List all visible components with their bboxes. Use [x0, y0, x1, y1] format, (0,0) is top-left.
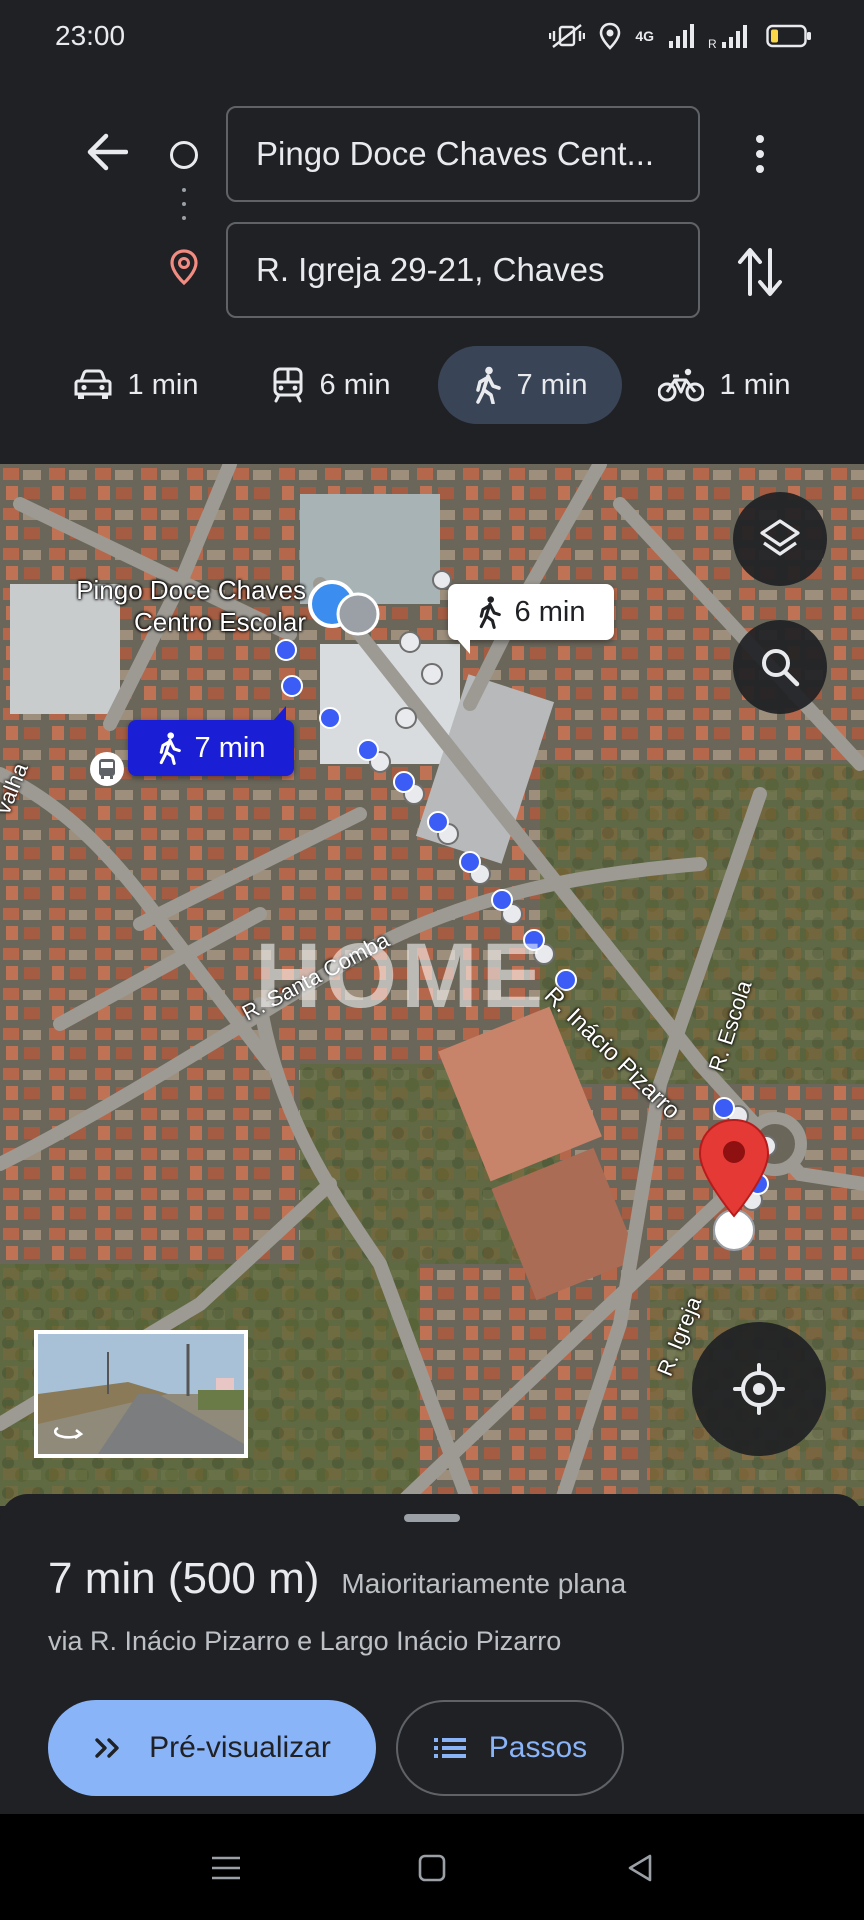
main-route-duration: 7 min	[194, 731, 266, 764]
arrow-back-icon	[87, 133, 128, 171]
swap-locations-button[interactable]	[734, 244, 786, 300]
route-summary: 7 min (500 m) Maioritariamente plana	[48, 1554, 626, 1604]
alt-route-duration-bubble[interactable]: 6 min	[448, 584, 614, 654]
battery-low-icon	[766, 24, 811, 48]
walk-icon	[475, 366, 501, 404]
sheet-drag-handle[interactable]	[404, 1514, 460, 1522]
origin-place-label-line2: Centro Escolar	[134, 607, 306, 637]
network-type-label: 4G	[635, 28, 654, 44]
bus-stop-icon[interactable]	[90, 752, 124, 786]
system-back-button[interactable]	[620, 1848, 660, 1888]
system-navigation-bar	[0, 1814, 864, 1920]
recent-apps-button[interactable]	[206, 1848, 246, 1888]
my-location-icon	[733, 1363, 785, 1415]
route-summary-sheet[interactable]: 7 min (500 m) Maioritariamente plana via…	[0, 1494, 864, 1814]
svg-text:R: R	[708, 37, 717, 49]
steps-button-label: Passos	[488, 1731, 588, 1764]
home-button[interactable]	[412, 1848, 452, 1888]
mode-walk-label: 7 min	[516, 368, 588, 401]
status-icons: 4G R	[549, 22, 812, 50]
mode-walk-tab[interactable]: 7 min	[438, 346, 622, 424]
destination-field[interactable]: R. Igreja 29-21, Chaves	[226, 222, 700, 318]
mode-bike-tab[interactable]: 1 min	[644, 346, 804, 424]
route-terrain-note: Maioritariamente plana	[341, 1568, 627, 1599]
mode-bike-label: 1 min	[719, 368, 791, 401]
layers-button[interactable]	[733, 492, 827, 586]
alt-route-duration: 6 min	[514, 595, 586, 628]
status-bar: 23:00 4G R	[0, 0, 864, 76]
status-time: 23:00	[55, 20, 126, 51]
home-square-icon	[418, 1854, 446, 1882]
signal-4g-icon	[669, 24, 694, 48]
walk-icon	[479, 596, 501, 629]
map-view[interactable]: Pingo Doce Chaves Centro Escolar 6 min 7…	[0, 464, 864, 1506]
menu-icon	[212, 1856, 240, 1880]
more-options-button[interactable]	[738, 128, 782, 180]
list-icon	[433, 1738, 466, 1758]
search-along-route-button[interactable]	[733, 620, 827, 714]
route-connector-dots	[182, 188, 186, 236]
transit-icon	[273, 367, 303, 403]
walk-icon	[159, 732, 181, 765]
origin-place-label[interactable]: Pingo Doce Chaves Centro Escolar	[46, 574, 306, 638]
mode-drive-tab[interactable]: 1 min	[56, 346, 216, 424]
back-button[interactable]	[80, 126, 132, 178]
double-chevron-right-icon	[95, 1738, 119, 1758]
steps-button[interactable]: Passos	[396, 1700, 624, 1796]
signal-roaming-icon: R	[708, 25, 747, 49]
origin-field[interactable]: Pingo Doce Chaves Cent...	[226, 106, 700, 202]
destination-pin-icon	[169, 248, 199, 291]
vibrate-icon	[549, 24, 586, 48]
car-icon	[74, 369, 112, 399]
directions-header: Pingo Doce Chaves Cent... R. Igreja 29-2…	[0, 76, 864, 464]
location-icon	[600, 22, 621, 50]
origin-circle-icon	[170, 141, 198, 169]
back-triangle-icon	[628, 1854, 652, 1882]
mode-transit-label: 6 min	[319, 368, 391, 401]
rotate-360-icon	[53, 1426, 84, 1440]
preview-button-label: Pré-visualizar	[149, 1731, 331, 1764]
route-duration-distance: 7 min (500 m)	[48, 1554, 320, 1603]
origin-place-label-line1: Pingo Doce Chaves	[76, 575, 306, 605]
route-via-text: via R. Inácio Pizarro e Largo Inácio Piz…	[48, 1626, 562, 1656]
layers-icon	[760, 519, 800, 556]
travel-mode-tabs: 1 min 6 min 7 min 1 min	[56, 346, 816, 426]
mode-drive-label: 1 min	[127, 368, 199, 401]
street-view-thumbnail[interactable]	[34, 1330, 248, 1458]
my-location-button[interactable]	[692, 1322, 826, 1456]
bike-icon	[657, 368, 704, 402]
mode-transit-tab[interactable]: 6 min	[256, 346, 406, 424]
search-icon	[762, 649, 800, 687]
destination-text: R. Igreja 29-21, Chaves	[256, 251, 605, 288]
swap-vert-icon	[738, 248, 782, 296]
main-route-duration-bubble[interactable]: 7 min	[128, 706, 294, 776]
preview-button[interactable]: Pré-visualizar	[48, 1700, 376, 1796]
watermark: HOME	[255, 925, 547, 1027]
origin-text: Pingo Doce Chaves Cent...	[256, 135, 655, 172]
